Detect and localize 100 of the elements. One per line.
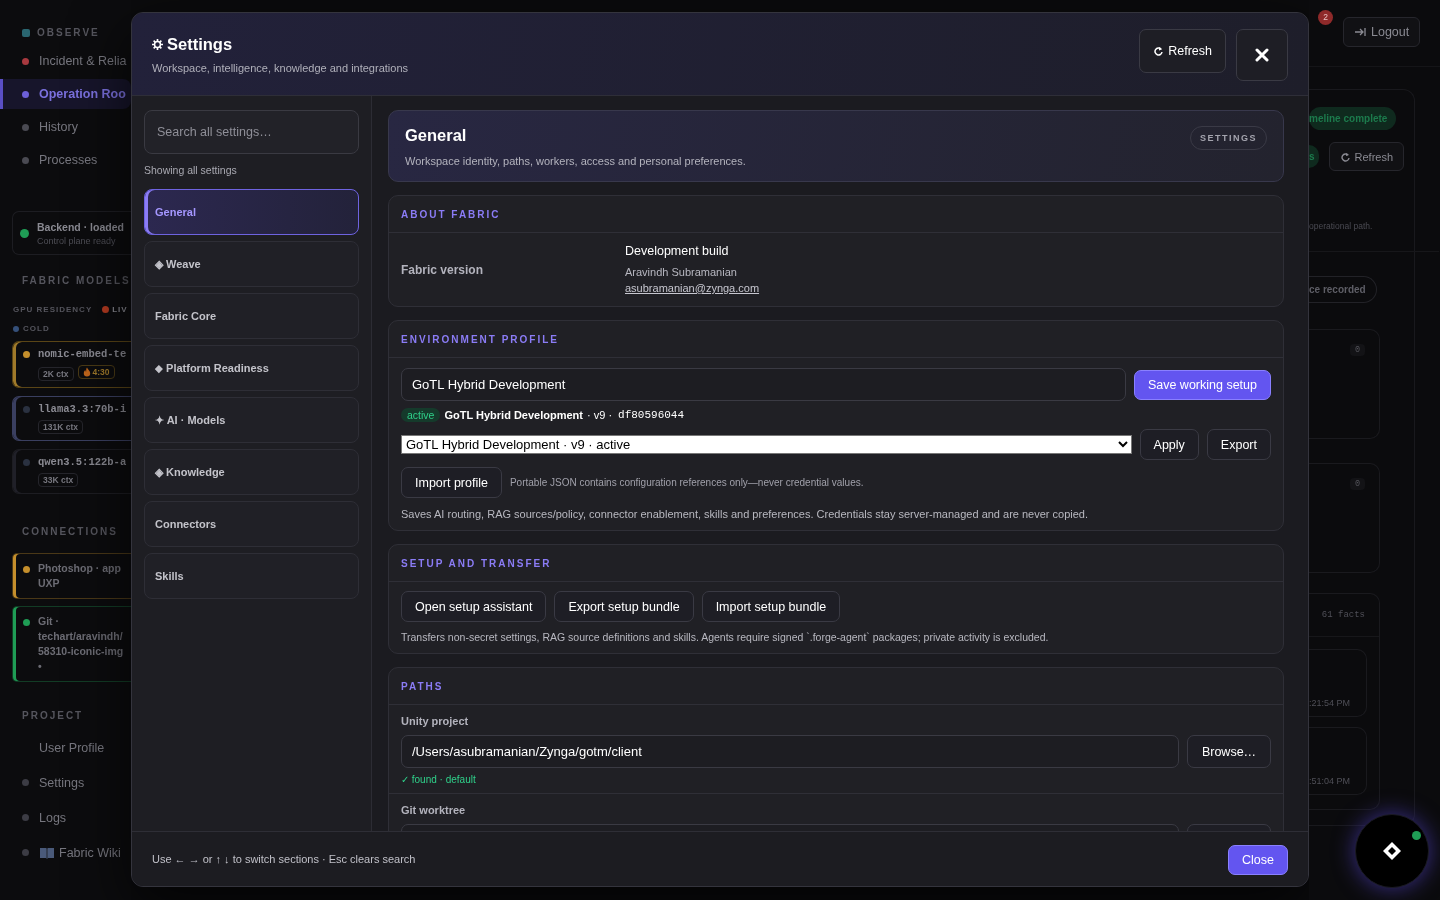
filter-status: Showing all settings: [144, 164, 238, 176]
refresh-button[interactable]: Refresh: [1139, 29, 1226, 73]
status-dot: [23, 619, 30, 626]
settings-nav-item[interactable]: ✦ AI · Models: [144, 397, 359, 443]
diamond-icon: [1382, 841, 1402, 861]
refresh-button[interactable]: Refresh: [1328, 142, 1405, 171]
save-button[interactable]: Save working setup: [1133, 369, 1271, 400]
status-badge: active: [401, 408, 441, 422]
section-title: OBSERVE: [37, 27, 100, 38]
settings-nav-item[interactable]: General: [144, 189, 359, 235]
field-label: Git worktree: [401, 804, 467, 816]
section-title: PROJECT: [21, 710, 85, 721]
section-title: CONNECTIONS: [21, 526, 119, 537]
label: LIV: [112, 305, 128, 314]
sidebar-item[interactable]: Incident & Relia: [0, 46, 131, 76]
cold-dot: [13, 325, 19, 332]
status-pill: meline complete: [1309, 107, 1397, 130]
setup-button[interactable]: Export setup bundle: [554, 591, 694, 622]
version-text: Development build: [625, 244, 730, 258]
book-icon: [39, 845, 55, 860]
path-status: ✓ found · default: [401, 774, 477, 785]
browse-button[interactable]: Browse…: [1187, 735, 1271, 768]
note-text: operational path.: [1309, 221, 1439, 252]
search-field[interactable]: Search all settings…: [144, 110, 359, 154]
flame-icon: [82, 367, 91, 377]
setup-note: Transfers non-secret settings, RAG source definitions and skills. Agents require signed `.forge-agent` packages; private activity is excluded.: [401, 631, 1050, 643]
settings-nav-item[interactable]: ◈ Knowledge: [144, 449, 359, 495]
profile-hash: df80596044: [618, 409, 685, 421]
sidebar-item[interactable]: Fabric Wiki: [0, 835, 131, 870]
connection-card[interactable]: Photoshop · app UXP: [12, 553, 131, 599]
setup-button[interactable]: Open setup assistant: [401, 591, 547, 622]
timer-tag: 4:30: [77, 365, 115, 379]
card-title: ENVIRONMENT PROFILE: [389, 321, 1283, 358]
context-tag: 2K ctx: [38, 367, 74, 381]
context-tag: 131K ctx: [38, 420, 83, 434]
live-dot: [102, 306, 110, 313]
card-title: SETUP AND TRANSFER: [389, 545, 1283, 582]
profile-name: GoTL Hybrid Development: [444, 409, 583, 421]
setup-button[interactable]: Import setup bundle: [701, 591, 841, 622]
status-dot: [23, 566, 30, 573]
gear-icon: [152, 38, 163, 50]
status-title: Backend · loaded: [37, 220, 124, 233]
connection-card[interactable]: Git · techart/aravindh/ 58310-iconic-img •: [12, 606, 131, 682]
email-link[interactable]: asubramanian@zynga.com: [625, 282, 760, 294]
keyboard-hint: Use ← → or ↑ ↓ to switch sections · Esc clears search: [152, 853, 416, 865]
status-pill: s: [1309, 145, 1319, 168]
connection-label: Photoshop · app UXP: [38, 561, 121, 591]
count-tag: 0: [1349, 478, 1365, 490]
sidebar-item[interactable]: History: [0, 112, 131, 142]
settings-nav-item[interactable]: Skills: [144, 553, 359, 599]
sidebar-item[interactable]: Operation Roo: [0, 79, 131, 109]
path-field[interactable]: /Users/asubramanian/Zynga/gotm/client: [401, 735, 1179, 768]
label: GPU RESIDENCY: [13, 305, 93, 314]
bullet-dot: [22, 814, 29, 821]
close-icon: [1255, 48, 1269, 62]
online-dot: [1412, 831, 1421, 840]
settings-nav-item[interactable]: ◈ Weave: [144, 241, 359, 287]
export-button[interactable]: Export: [1206, 429, 1271, 460]
modal-subtitle: Workspace, intelligence, knowledge and integrations: [152, 61, 408, 74]
profile-version: · v9 ·: [587, 409, 613, 421]
bullet-dot: [22, 779, 29, 786]
settings-nav-item[interactable]: Connectors: [144, 501, 359, 547]
author-name: Aravindh Subramanian: [625, 266, 738, 278]
bullet-dot: [22, 849, 29, 856]
close-button[interactable]: Close: [1228, 845, 1288, 875]
assistant-button[interactable]: [1355, 814, 1429, 888]
apply-button[interactable]: Apply: [1139, 429, 1199, 460]
label: COLD: [23, 324, 50, 333]
section-title: FABRIC MODELS: [21, 275, 131, 286]
model-card[interactable]: llama3.3:70b-i 131K ctx: [12, 396, 131, 441]
import-button[interactable]: Import profile: [401, 467, 502, 498]
card-title: PATHS: [389, 668, 1283, 705]
card-title: ABOUT FABRIC: [389, 196, 1283, 233]
sidebar-item[interactable]: Logs: [0, 800, 131, 835]
sidebar-item[interactable]: User Profile: [0, 730, 131, 765]
settings-nav-item[interactable]: Fabric Core: [144, 293, 359, 339]
settings-nav-item[interactable]: ⬥ Platform Readiness: [144, 345, 359, 391]
close-button[interactable]: [1236, 29, 1288, 81]
count-text: 61 facts: [1320, 609, 1366, 620]
time-text: :21:54 PM: [1309, 698, 1351, 708]
time-text: :51:04 PM: [1309, 776, 1351, 786]
model-name: nomic-embed-te: [38, 348, 127, 360]
modal-title: Settings: [167, 34, 233, 54]
profile-select[interactable]: GoTL Hybrid Development · v9 · active: [401, 435, 1132, 454]
section-heading: General: [405, 126, 468, 145]
logout-button[interactable]: Logout: [1343, 17, 1421, 47]
import-note: Portable JSON contains configuration references only—never credential values.: [509, 477, 864, 488]
profile-name-field[interactable]: GoTL Hybrid Development: [401, 368, 1126, 401]
count-tag: 0: [1349, 344, 1365, 356]
model-name: qwen3.5:122b-a: [38, 456, 127, 468]
model-card[interactable]: nomic-embed-te 2K ctx 4:30: [12, 341, 131, 388]
logout-icon: [1354, 27, 1366, 37]
sidebar-item[interactable]: Processes: [0, 145, 131, 175]
refresh-icon: [1339, 151, 1350, 162]
sidebar-item[interactable]: Settings: [0, 765, 131, 800]
field-label: Fabric version: [401, 263, 485, 277]
model-card[interactable]: qwen3.5:122b-a 33K ctx: [12, 449, 131, 494]
section-description: Workspace identity, paths, workers, access and personal preferences.: [405, 155, 746, 167]
field-label: Unity project: [401, 715, 470, 727]
context-tag: 33K ctx: [38, 473, 79, 487]
